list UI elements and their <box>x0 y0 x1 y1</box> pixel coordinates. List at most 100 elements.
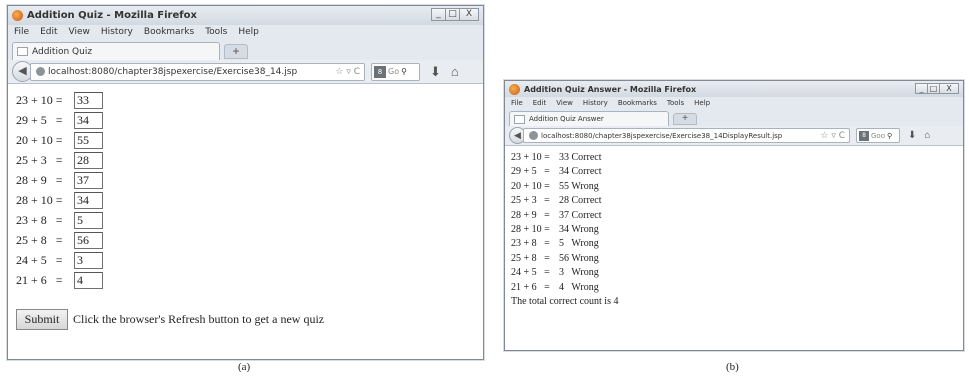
menu-bookmarks[interactable]: Bookmarks <box>618 99 657 107</box>
menu-bookmarks[interactable]: Bookmarks <box>144 27 194 37</box>
window-title: Addition Quiz - Mozilla Firefox <box>27 10 197 21</box>
answer-field[interactable] <box>74 251 103 269</box>
result-row: 25 + 3 = 28 Correct <box>511 194 957 208</box>
window-title: Addition Quiz Answer - Mozilla Firefox <box>524 84 697 94</box>
browser-window-quiz: Addition Quiz - Mozilla Firefox _ □ X Fi… <box>7 5 484 360</box>
result-expression: 24 + 5 = <box>511 267 550 279</box>
browser-window-answer: Addition Quiz Answer - Mozilla Firefox _… <box>504 80 964 351</box>
new-tab-button[interactable]: + <box>224 44 248 59</box>
menu-edit[interactable]: Edit <box>40 27 57 37</box>
submit-row: Submit Click the browser's Refresh butto… <box>16 309 475 330</box>
menu-view[interactable]: View <box>69 27 90 37</box>
result-expression: 23 + 8 = <box>511 238 550 250</box>
tab-addition-quiz[interactable]: Addition Quiz <box>12 42 220 60</box>
url-bar[interactable]: localhost:8080/chapter38jspexercise/Exer… <box>523 128 850 143</box>
answer-field[interactable] <box>74 211 103 229</box>
result-expression: 25 + 3 = <box>511 195 550 207</box>
menu-tools[interactable]: Tools <box>667 99 684 107</box>
menu-file[interactable]: File <box>14 27 29 37</box>
menu-history[interactable]: History <box>583 99 608 107</box>
answer-field[interactable] <box>74 91 103 109</box>
result-row: 23 + 8 = 5 Wrong <box>511 237 957 251</box>
result-row: 21 + 6 = 4 Wrong <box>511 281 957 295</box>
firefox-icon <box>509 83 520 95</box>
new-tab-button[interactable]: + <box>673 113 697 125</box>
url-bar[interactable]: localhost:8080/chapter38jspexercise/Exer… <box>30 62 365 81</box>
question-expression: 25 + 3 = <box>16 152 63 167</box>
answer-field[interactable] <box>74 131 103 149</box>
answer-field[interactable] <box>74 271 103 289</box>
title-bar: Addition Quiz - Mozilla Firefox _ □ X <box>8 6 483 25</box>
answer-field[interactable] <box>74 151 103 169</box>
result-verdict: 56 Wrong <box>559 252 599 264</box>
navigation-bar: ◀ localhost:8080/chapter38jspexercise/Ex… <box>8 60 483 84</box>
search-box[interactable]: 8 Goo ⚲ <box>856 128 900 143</box>
question-expression: 23 + 8 = <box>16 212 63 227</box>
globe-icon <box>36 67 45 76</box>
result-verdict: 34 Correct <box>559 166 602 178</box>
question-row: 20 + 10 = <box>16 130 475 150</box>
result-expression: 28 + 9 = <box>511 209 550 221</box>
globe-icon <box>529 131 538 140</box>
question-row: 25 + 3 = <box>16 150 475 170</box>
tab-bar: Addition Quiz + <box>8 39 483 60</box>
navigation-bar: ◀ localhost:8080/chapter38jspexercise/Ex… <box>505 126 963 146</box>
question-expression: 25 + 8 = <box>16 232 63 247</box>
answer-field[interactable] <box>74 231 103 249</box>
search-icon[interactable]: ⚲ <box>401 67 407 76</box>
tab-bar: Addition Quiz Answer + <box>505 109 963 126</box>
menu-tools[interactable]: Tools <box>205 27 227 37</box>
question-expression: 28 + 9 = <box>16 172 63 187</box>
search-box[interactable]: 8 Go ⚲ <box>371 62 420 81</box>
result-expression: 20 + 10 = <box>511 180 550 192</box>
bookmark-star-icon[interactable]: ☆ ▿ C <box>820 131 845 141</box>
home-icon[interactable]: ⌂ <box>451 64 459 79</box>
answer-field[interactable] <box>74 191 103 209</box>
search-placeholder: Go <box>388 67 400 76</box>
menu-edit[interactable]: Edit <box>533 99 547 107</box>
result-expression: 29 + 5 = <box>511 166 550 178</box>
result-row: 25 + 8 = 56 Wrong <box>511 252 957 266</box>
search-placeholder: Goo <box>871 131 885 140</box>
tab-addition-quiz-answer[interactable]: Addition Quiz Answer <box>509 111 669 126</box>
result-verdict: 34 Wrong <box>559 223 599 235</box>
close-button[interactable]: X <box>459 8 479 21</box>
tab-label: Addition Quiz Answer <box>529 115 604 123</box>
menu-file[interactable]: File <box>511 99 523 107</box>
search-icon[interactable]: ⚲ <box>887 132 892 140</box>
total-correct-count: The total correct count is 4 <box>511 295 619 307</box>
question-row: 28 + 9 = <box>16 170 475 190</box>
result-row: 23 + 10 = 33 Correct <box>511 151 957 165</box>
bookmark-star-icon[interactable]: ☆ ▿ C <box>335 67 360 77</box>
menu-help[interactable]: Help <box>694 99 710 107</box>
window-controls: _ □ X <box>431 8 479 21</box>
answer-field[interactable] <box>74 171 103 189</box>
question-row: 21 + 6 = <box>16 270 475 290</box>
result-expression: 21 + 6 = <box>511 281 550 293</box>
quiz-form: 23 + 10 = 29 + 5 = 20 + 10 = 25 + 3 = 28… <box>8 84 483 336</box>
submit-button[interactable]: Submit <box>16 309 68 330</box>
result-expression: 25 + 8 = <box>511 252 550 264</box>
url-text: localhost:8080/chapter38jspexercise/Exer… <box>48 66 298 77</box>
question-expression: 28 + 10 = <box>16 192 63 207</box>
result-expression: 28 + 10 = <box>511 223 550 235</box>
result-verdict: 4 Wrong <box>559 281 599 293</box>
question-expression: 20 + 10 = <box>16 132 63 147</box>
search-engine-icon[interactable]: 8 <box>374 65 386 78</box>
caption-b: (b) <box>726 361 739 373</box>
results-list: 23 + 10 = 33 Correct 29 + 5 = 34 Correct 2… <box>505 146 963 314</box>
answer-field[interactable] <box>74 111 103 129</box>
question-expression: 23 + 10 = <box>16 92 63 107</box>
close-button[interactable]: X <box>939 83 959 94</box>
maximize-button[interactable]: □ <box>445 8 460 21</box>
download-icon[interactable]: ⬇ <box>908 130 916 141</box>
menu-help[interactable]: Help <box>238 27 259 37</box>
result-row: 20 + 10 = 55 Wrong <box>511 180 957 194</box>
menu-view[interactable]: View <box>556 99 573 107</box>
download-icon[interactable]: ⬇ <box>430 64 441 80</box>
result-expression: 23 + 10 = <box>511 152 550 163</box>
home-icon[interactable]: ⌂ <box>924 130 930 141</box>
minimize-button[interactable]: _ <box>431 8 446 21</box>
search-engine-icon[interactable]: 8 <box>859 130 869 141</box>
menu-history[interactable]: History <box>101 27 133 37</box>
